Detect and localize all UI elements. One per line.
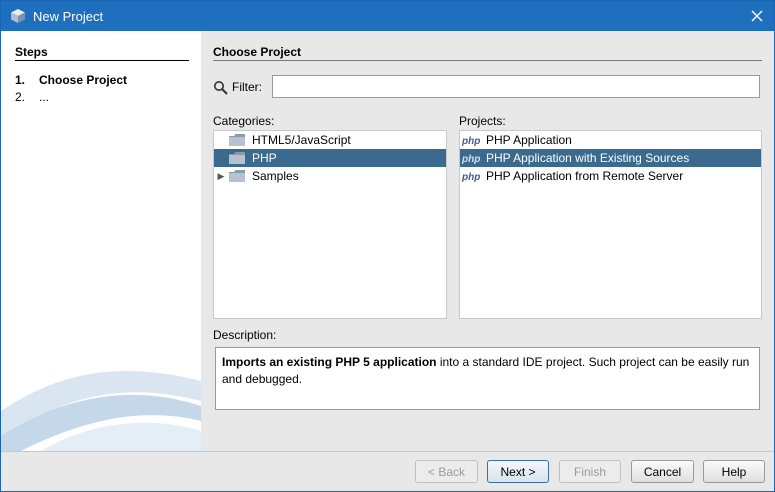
new-project-dialog: New Project Steps 1. Choose Project 2....…: [0, 0, 775, 492]
folder-icon: [229, 152, 245, 164]
php-icon: php: [462, 154, 480, 164]
project-item-php-existing-sources[interactable]: php PHP Application with Existing Source…: [460, 149, 761, 167]
category-label: Samples: [252, 169, 299, 183]
steps-panel: Steps 1. Choose Project 2....: [1, 31, 201, 451]
folder-icon: [229, 170, 245, 182]
category-item-php[interactable]: PHP: [214, 149, 446, 167]
close-icon: [751, 10, 763, 22]
category-item-samples[interactable]: ▶ Samples: [214, 167, 446, 185]
step-2: 2....: [15, 90, 49, 104]
netbeans-cube-icon: [11, 9, 25, 23]
category-item-html5[interactable]: HTML5/JavaScript: [214, 131, 446, 149]
step-1: 1. Choose Project: [15, 73, 127, 87]
section-divider: [213, 60, 762, 61]
search-icon: [214, 80, 228, 95]
title-bar[interactable]: New Project: [1, 1, 774, 31]
description-text: Imports an existing PHP 5 application in…: [215, 347, 760, 410]
step-label: ...: [39, 90, 50, 104]
button-bar: < Back Next > Finish Cancel Help: [1, 451, 774, 491]
svg-text:php: php: [462, 154, 480, 164]
expand-arrow-icon[interactable]: ▶: [214, 171, 228, 182]
filter-input[interactable]: [272, 75, 760, 98]
description-label: Description:: [213, 328, 277, 342]
project-label: PHP Application: [486, 133, 572, 147]
project-label: PHP Application with Existing Sources: [486, 151, 690, 165]
steps-title: Steps: [15, 45, 48, 59]
step-label: Choose Project: [39, 73, 128, 87]
folder-icon: [229, 134, 245, 146]
category-label: HTML5/JavaScript: [252, 133, 351, 147]
categories-label: Categories:: [213, 114, 275, 128]
projects-list[interactable]: php PHP Application php PHP Application …: [459, 130, 762, 319]
filter-row: Filter:: [213, 75, 760, 99]
help-button[interactable]: Help: [703, 460, 765, 483]
filter-label: Filter:: [232, 80, 262, 94]
choose-project-panel: Choose Project Filter: Categories: HTML5…: [201, 31, 774, 451]
category-label: PHP: [252, 151, 277, 165]
next-button[interactable]: Next >: [487, 460, 549, 483]
window-title: New Project: [33, 8, 104, 24]
projects-label: Projects:: [459, 114, 506, 128]
step-number: 1.: [15, 73, 26, 87]
php-icon: php: [462, 172, 480, 182]
php-icon: php: [462, 136, 480, 146]
steps-divider: [15, 60, 189, 61]
svg-text:php: php: [462, 136, 480, 146]
cancel-button[interactable]: Cancel: [631, 460, 694, 483]
page-title: Choose Project: [213, 45, 302, 59]
finish-button[interactable]: Finish: [559, 460, 621, 483]
close-button[interactable]: [746, 5, 768, 27]
project-label: PHP Application from Remote Server: [486, 169, 684, 183]
description-bold: Imports an existing PHP 5 application: [222, 355, 437, 369]
project-item-php-remote-server[interactable]: php PHP Application from Remote Server: [460, 167, 761, 185]
categories-tree[interactable]: HTML5/JavaScript PHP ▶ Samples: [213, 130, 447, 319]
step-number: 2.: [15, 90, 26, 104]
back-button[interactable]: < Back: [415, 460, 478, 483]
svg-text:php: php: [462, 172, 480, 182]
project-item-php-application[interactable]: php PHP Application: [460, 131, 761, 149]
decorative-swoosh-image: [1, 371, 201, 451]
